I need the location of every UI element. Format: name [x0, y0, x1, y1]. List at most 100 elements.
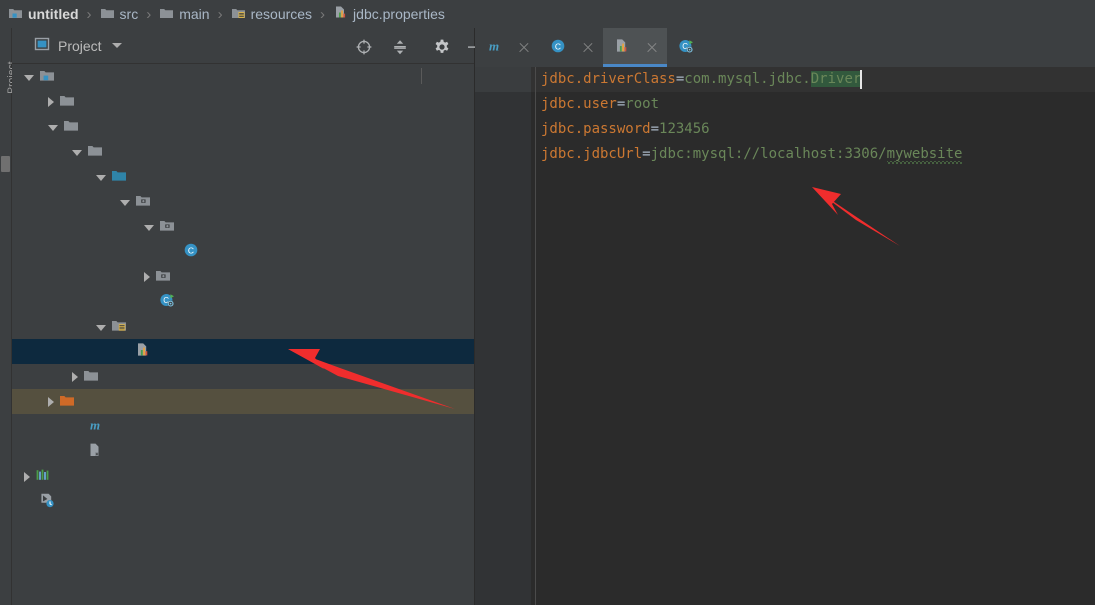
close-icon[interactable] [582, 42, 594, 54]
project-panel-title: Project [58, 37, 102, 54]
breadcrumb-item-src[interactable]: src [98, 0, 141, 28]
editor-gutter[interactable] [475, 67, 531, 605]
close-icon[interactable] [646, 42, 658, 54]
breadcrumb-label: resources [250, 6, 313, 22]
java-class-icon: C [550, 38, 566, 57]
chevron-right-icon[interactable] [72, 371, 78, 382]
gutter-current-line [475, 67, 531, 92]
tree-node-untitled[interactable] [12, 64, 474, 89]
editor-tab-bar: mCC [475, 28, 1095, 67]
chevron-right-icon[interactable] [48, 396, 54, 407]
code-line[interactable]: jdbc.user=root [541, 92, 1095, 117]
excluded-folder-icon [59, 393, 75, 411]
breadcrumb-separator: › [146, 5, 152, 23]
breadcrumb-label: src [119, 6, 139, 22]
collapse-all-button[interactable] [391, 38, 409, 56]
chevron-down-icon[interactable] [144, 224, 154, 231]
tree-node-java[interactable] [12, 164, 474, 189]
breadcrumb-label: jdbc.properties [353, 6, 445, 22]
tree-node-scratches-and-consoles[interactable] [12, 489, 474, 514]
property-key: jdbc.user [541, 96, 617, 112]
tree-node-idea[interactable] [12, 89, 474, 114]
gutter-border [535, 67, 536, 605]
chevron-down-icon [111, 43, 122, 48]
chevron-down-icon[interactable] [48, 124, 58, 131]
package-icon [155, 268, 171, 286]
breadcrumb-item-main[interactable]: main [157, 0, 211, 28]
tree-node-bootapplication[interactable]: C [12, 289, 474, 314]
breadcrumb-item-resources[interactable]: resources [229, 0, 314, 28]
editor-tab-bootapplication[interactable]: C [667, 28, 710, 67]
settings-button[interactable] [433, 38, 451, 56]
tree-twisty-placeholder [144, 301, 154, 302]
tree-node-untitled-iml[interactable] [12, 439, 474, 464]
close-icon[interactable] [518, 42, 530, 54]
tree-node-pom-xml[interactable]: m [12, 414, 474, 439]
project-panel-header: Project [12, 28, 480, 84]
editor-code[interactable]: jdbc.driverClass=com.mysql.jdbc.Driver jd… [541, 67, 1095, 605]
code-line[interactable]: jdbc.password=123456 [541, 117, 1095, 142]
code-line[interactable]: jdbc.driverClass=com.mysql.jdbc.Driver [541, 67, 1095, 92]
editor-tab-jdbc-properties[interactable] [603, 28, 667, 67]
chevron-down-icon[interactable] [96, 324, 106, 331]
editor-body[interactable]: jdbc.driverClass=com.mysql.jdbc.Driver jd… [475, 67, 1095, 605]
project-tree[interactable]: C Cm [12, 64, 474, 604]
property-separator: = [650, 121, 660, 137]
java-class-icon: C [183, 242, 199, 261]
tree-node-main[interactable] [12, 139, 474, 164]
property-key: jdbc.password [541, 121, 651, 137]
editor-tab-jdbcdatasource-java[interactable]: C [539, 28, 603, 67]
package-icon [159, 218, 175, 236]
tree-node-jdbc-properties[interactable] [12, 339, 474, 364]
chevron-right-icon[interactable] [24, 471, 30, 482]
project-view-selector[interactable]: Project [34, 36, 122, 55]
property-value: jdbc:mysql://localhost:3306/mywebsite [650, 146, 963, 162]
svg-text:m: m [90, 418, 100, 433]
tree-node-resources[interactable] [12, 314, 474, 339]
chevron-down-icon[interactable] [96, 174, 106, 181]
scratches-icon [39, 492, 55, 511]
folder-icon [63, 118, 79, 136]
tree-node-src[interactable] [12, 114, 474, 139]
chevron-down-icon[interactable] [24, 74, 34, 81]
tree-node-config[interactable] [12, 214, 474, 239]
spring-boot-class-icon: C [159, 292, 175, 311]
folder-icon [159, 6, 174, 23]
properties-file-icon [135, 342, 151, 361]
tree-node-external-libraries[interactable] [12, 464, 474, 489]
property-value: 123456 [659, 121, 710, 137]
property-key: jdbc.driverClass [541, 71, 676, 87]
tree-node-target[interactable] [12, 389, 474, 414]
resources-folder-icon [111, 318, 127, 336]
tree-twisty-placeholder [72, 451, 82, 452]
code-line[interactable]: jdbc.jdbcUrl=jdbc:mysql://localhost:3306… [541, 142, 1095, 167]
tree-node-test[interactable] [12, 364, 474, 389]
chevron-right-icon[interactable] [144, 271, 150, 282]
chevron-right-icon[interactable] [48, 96, 54, 107]
tree-node-com-yzpnb[interactable] [12, 189, 474, 214]
select-opened-file-button[interactable] [355, 38, 373, 56]
property-value: com.mysql.jdbc.Driver [684, 71, 862, 87]
property-key: jdbc.jdbcUrl [541, 146, 643, 162]
properties-file-icon [614, 38, 630, 57]
breadcrumb-item-jdbc-properties[interactable]: jdbc.properties [331, 0, 447, 28]
intellij-idea-window: untitled › src › main › resources › jdbc… [0, 0, 1095, 605]
properties-file-icon [333, 5, 348, 23]
source-root-icon [111, 168, 127, 186]
module-folder-icon [39, 68, 55, 86]
tree-node-jdbcdatasource[interactable]: C [12, 239, 474, 264]
tree-twisty-placeholder [168, 251, 178, 252]
editor-tab-pom-xml[interactable]: m [475, 28, 539, 67]
chevron-down-icon[interactable] [120, 199, 130, 206]
maven-icon: m [486, 38, 502, 57]
tool-window-strip: Project [0, 28, 18, 605]
text-selection: Driver [810, 71, 862, 87]
editor-area: mCC jdbc.driverClass=com.mysql.jdbc.Driv… [475, 28, 1095, 605]
breadcrumb-label: main [179, 6, 210, 22]
chevron-down-icon[interactable] [72, 149, 82, 156]
breadcrumb-separator: › [320, 5, 326, 23]
module-folder-icon [8, 6, 23, 23]
breadcrumb-item-untitled[interactable]: untitled [6, 0, 81, 28]
tool-strip-handle[interactable] [1, 156, 10, 172]
tree-node-web[interactable] [12, 264, 474, 289]
